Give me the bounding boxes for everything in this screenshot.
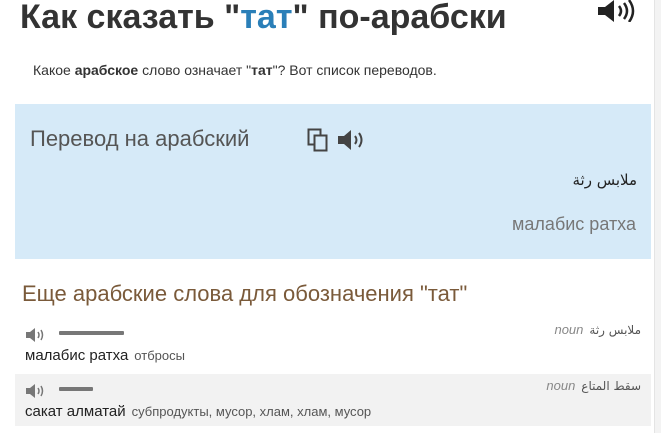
translation-box: Перевод на арабский ملابس رثة малабис ра… <box>15 104 651 259</box>
scrollbar-edge <box>654 0 661 433</box>
copy-icon[interactable] <box>307 128 329 152</box>
row-transliteration: малабис ратха отбросы <box>25 347 185 364</box>
title-suffix: по-арабски <box>308 0 507 36</box>
speaker-icon[interactable] <box>337 129 367 151</box>
subtitle-part1: Какое <box>33 62 75 78</box>
row-meta: noun سقط المتاع <box>546 378 641 393</box>
frequency-bar <box>59 331 124 335</box>
arabic-word: ملابس رثة <box>589 323 641 337</box>
translation-heading: Перевод на арабский <box>30 126 250 151</box>
speaker-icon[interactable] <box>596 0 638 23</box>
more-words-heading: Еще арабские слова для обозначения "тат" <box>22 281 468 306</box>
transliteration: малабис ратха <box>512 214 636 234</box>
meaning: субпродукты, мусор, хлам, хлам, мусор <box>131 404 372 419</box>
meaning: отбросы <box>134 348 185 363</box>
title-word: тат <box>240 0 293 36</box>
page: Как сказать "тат" по-арабски Какое арабс… <box>0 0 661 433</box>
title-quote-open: " <box>224 0 241 36</box>
frequency-bar <box>59 387 93 391</box>
word-row: noun ملابس رثة малабис ратха отбросы <box>15 318 651 370</box>
speaker-icon[interactable] <box>25 327 45 342</box>
transliteration: малабис ратха <box>25 347 129 364</box>
part-of-speech: noun <box>554 322 584 337</box>
subtitle-bold-word: тат <box>251 62 273 78</box>
arabic-word: سقط المتاع <box>581 379 641 393</box>
subtitle-part3: "? Вот список переводов. <box>272 62 437 78</box>
part-of-speech: noun <box>546 378 576 393</box>
subtitle-part2: слово означает " <box>138 62 252 78</box>
row-transliteration: сакат алматай субпродукты, мусор, хлам, х… <box>25 403 371 420</box>
speaker-icon[interactable] <box>25 383 45 398</box>
arabic-translation: ملابس رثة <box>572 171 637 189</box>
row-meta: noun ملابس رثة <box>554 322 641 337</box>
word-row: noun سقط المتاع сакат алматай субпродукты,… <box>15 374 651 426</box>
title-prefix: Как сказать <box>20 0 225 36</box>
transliteration: сакат алматай <box>25 403 126 420</box>
subtitle-bold-language: арабское <box>74 62 139 78</box>
subtitle: Какое арабское слово означает "тат"? Вот… <box>33 62 437 78</box>
title-quote-close: " <box>292 0 309 36</box>
page-title: Как сказать "тат" по-арабски <box>20 0 507 42</box>
